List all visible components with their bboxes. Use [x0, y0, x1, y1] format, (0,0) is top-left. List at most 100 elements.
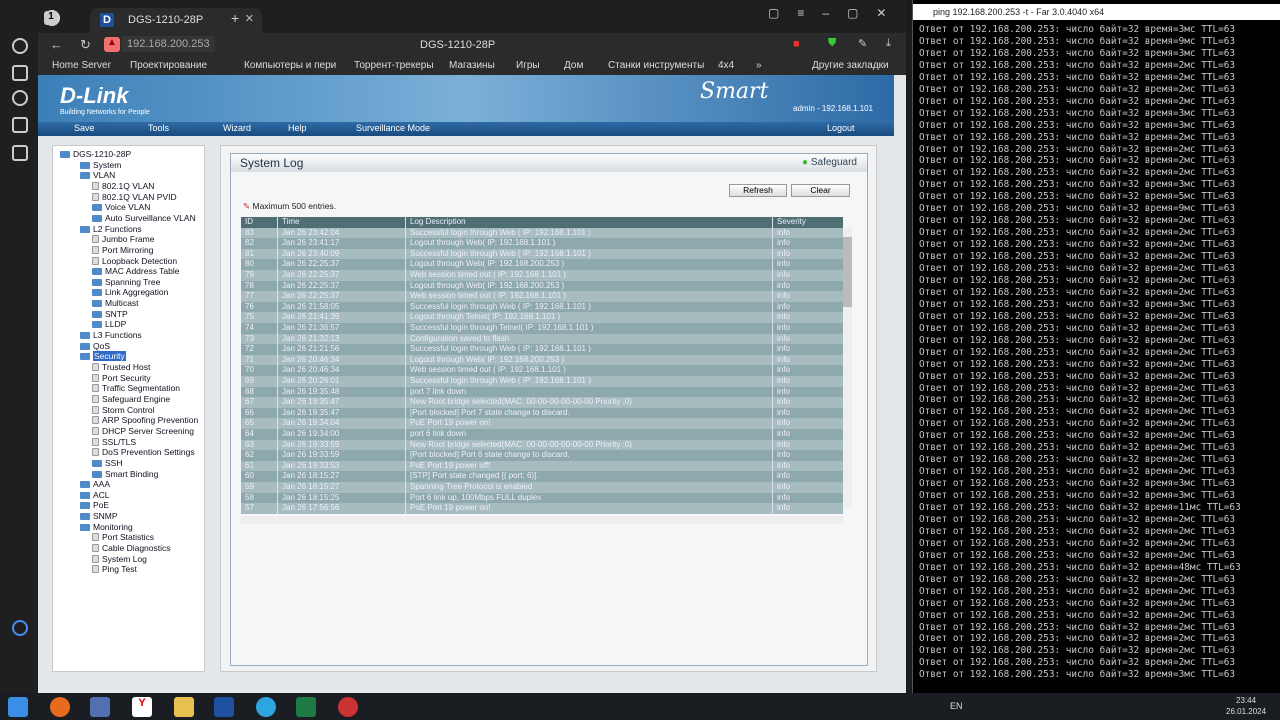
window-controls[interactable]: ▢≡–▢✕ [768, 6, 904, 20]
insecure-icon[interactable]: ▲ [104, 37, 120, 52]
tree-item[interactable]: Storm Control [92, 405, 154, 416]
explorer-icon[interactable] [174, 697, 194, 717]
url-field[interactable]: 192.168.200.253 [122, 36, 215, 52]
yandex-browser-icon[interactable]: Y [132, 697, 152, 717]
bookmark-games[interactable]: Игры [516, 60, 540, 71]
tree-item[interactable]: PoE [80, 500, 109, 511]
tab-count[interactable]: 1 [44, 11, 58, 25]
tree-item[interactable]: QoS [80, 341, 110, 352]
tree-item[interactable]: Jumbo Frame [92, 234, 154, 245]
folder-icon [92, 310, 102, 318]
clock-date[interactable]: 26.01.2024 [1226, 707, 1266, 716]
tree-item[interactable]: MAC Address Table [92, 266, 180, 277]
tree-item[interactable]: SNMP [80, 511, 118, 522]
save-menu[interactable]: Save [74, 123, 95, 133]
start-button[interactable] [8, 697, 28, 717]
tree-item[interactable]: 802.1Q VLAN [92, 181, 154, 192]
tree-item[interactable]: L3 Functions [80, 330, 142, 341]
tree-item[interactable]: Port Security [92, 373, 151, 384]
tree-item[interactable]: VLAN [80, 170, 115, 181]
bookmark-design[interactable]: Проектирование [130, 60, 207, 71]
tree-item[interactable]: Traffic Segmentation [92, 383, 180, 394]
bookmark-home[interactable]: Дом [564, 60, 583, 71]
tree-item[interactable]: 802.1Q VLAN PVID [92, 192, 177, 203]
bookmark-4x4[interactable]: 4x4 [718, 60, 734, 71]
tree-item[interactable]: SNTP [92, 309, 128, 320]
back-icon[interactable]: ← [50, 37, 63, 52]
tree-item[interactable]: Port Mirroring [92, 245, 153, 256]
table-scrollbar[interactable] [843, 227, 852, 507]
page-icon [92, 181, 99, 190]
tree-item[interactable]: Safeguard Engine [92, 394, 170, 405]
bookmark-shops[interactable]: Магазины [449, 60, 495, 71]
tree-item[interactable]: AAA [80, 479, 110, 490]
tree-item[interactable]: L2 Functions [80, 224, 142, 235]
tree-item[interactable]: Auto Surveillance VLAN [92, 213, 196, 224]
screenshot-icon[interactable] [12, 145, 28, 161]
assistant-icon[interactable] [12, 620, 28, 636]
tree-item[interactable]: DoS Prevention Settings [92, 447, 195, 458]
close-tab-icon[interactable]: ✕ [245, 12, 254, 25]
tree-item[interactable]: DHCP Server Screening [92, 426, 194, 437]
bookmark-computers[interactable]: Компьютеры и пери [244, 60, 336, 71]
tree-item[interactable]: Port Statistics [92, 532, 154, 543]
bookmark-home-server[interactable]: Home Server [52, 60, 111, 71]
extension-icon[interactable]: ✎ [858, 37, 867, 50]
excel-icon[interactable] [296, 697, 316, 717]
cell: Jan 26 21:41:39 [277, 312, 339, 323]
tree-item[interactable]: Voice VLAN [92, 202, 150, 213]
wizard-menu[interactable]: Wizard [223, 123, 251, 133]
bookmark-icon[interactable]: ■ [793, 38, 800, 50]
tree-item[interactable]: LLDP [92, 319, 126, 330]
new-tab-icon[interactable]: + [231, 10, 239, 26]
tree-item[interactable]: Spanning Tree [92, 277, 160, 288]
app-icon[interactable] [12, 117, 28, 133]
tree-item[interactable]: Trusted Host [92, 362, 150, 373]
tree-item-label: DoS Prevention Settings [102, 447, 195, 458]
shield-icon[interactable]: ⛊ [828, 37, 836, 50]
tree-item[interactable]: ACL [80, 490, 110, 501]
firefox-icon[interactable] [50, 697, 70, 717]
tree-item[interactable]: Loopback Detection [92, 256, 177, 267]
clear-button[interactable]: Clear [791, 184, 850, 197]
tree-item[interactable]: Monitoring [80, 522, 133, 533]
folder-icon [92, 204, 102, 212]
help-menu[interactable]: Help [288, 123, 307, 133]
table-row: 79 Jan 26 22:25:37 Web session timed out (… [241, 270, 843, 281]
folder-icon [60, 151, 70, 158]
tree-item[interactable]: SSL/TLS [92, 437, 136, 448]
tree-item[interactable]: System Log [92, 554, 147, 565]
collections-icon[interactable] [12, 65, 28, 81]
language-indicator[interactable]: EN [950, 701, 963, 711]
logout-button[interactable]: Logout [827, 123, 855, 133]
history-icon[interactable] [12, 38, 28, 54]
recorder-icon[interactable] [338, 697, 358, 717]
tree-item[interactable]: System [80, 160, 121, 171]
reload-icon[interactable]: ↻ [80, 37, 91, 53]
network-app-icon[interactable] [90, 697, 110, 717]
tree-item[interactable]: ARP Spoofing Prevention [92, 415, 198, 426]
play-icon[interactable] [12, 90, 28, 106]
horizontal-scrollbar[interactable] [241, 516, 843, 524]
tree-item[interactable]: DGS-1210-28P [60, 149, 131, 160]
bookmarks-overflow[interactable]: » [756, 60, 762, 71]
refresh-button[interactable]: Refresh [729, 184, 787, 197]
bookmark-torrents[interactable]: Торрент-трекеры [354, 60, 434, 71]
tree-item[interactable]: Security [80, 351, 126, 362]
bookmark-tools[interactable]: Станки инструменты [608, 60, 704, 71]
tree-item[interactable]: Ping Test [92, 564, 137, 575]
surveillance-mode-menu[interactable]: Surveillance Mode [356, 123, 430, 133]
clock-time[interactable]: 23:44 [1236, 696, 1256, 705]
download-icon[interactable]: ⤓ [886, 37, 891, 50]
other-bookmarks[interactable]: Другие закладки [812, 60, 889, 71]
tree-item[interactable]: Link Aggregation [92, 287, 168, 298]
telegram-icon[interactable] [256, 697, 276, 717]
tree-item[interactable]: Multicast [92, 298, 139, 309]
tree-item[interactable]: Smart Binding [92, 469, 158, 480]
tree-item[interactable]: Cable Diagnostics [92, 543, 171, 554]
scroll-thumb[interactable] [843, 237, 852, 307]
tree-item[interactable]: SSH [92, 458, 122, 469]
tools-menu[interactable]: Tools [148, 123, 169, 133]
console-line: Ответ от 192.168.200.253: число байт=32 … [919, 310, 1236, 322]
far-manager-icon[interactable] [214, 697, 234, 717]
